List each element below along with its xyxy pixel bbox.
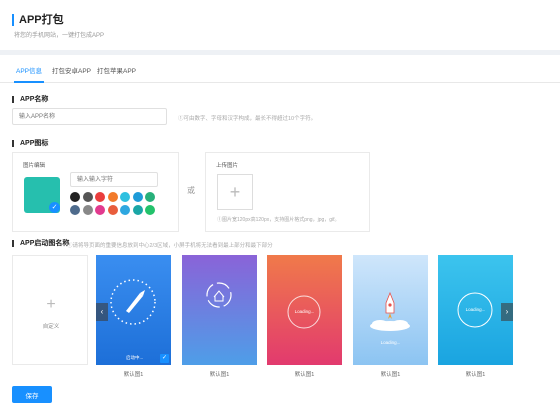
launch-thumb-3[interactable]: Loading... [267, 255, 342, 365]
tab-bar: APP信息 打包安卓APP 打包苹果APP [0, 55, 560, 83]
color-swatch[interactable] [95, 192, 105, 202]
icon-upload-panel: 上传图片 + ①图片宽120px高120px，支持图片格式png，jpg，gif… [205, 152, 370, 232]
thumb-1-caption: 默认图1 [123, 372, 144, 378]
or-label: 或 [187, 186, 195, 195]
thumb-3-text: Loading... [294, 309, 315, 314]
thumb-4-caption: 默认图1 [380, 372, 401, 378]
color-swatch[interactable] [107, 192, 118, 202]
section-launch-image: APP启动图名称 [12, 240, 69, 247]
title-accent-bar [12, 14, 14, 26]
section-app-name: APP名称 [12, 96, 48, 103]
launch-thumb-4[interactable]: Loading... [353, 255, 428, 365]
custom-launch-upload[interactable]: + 自定义 [12, 255, 88, 365]
color-swatch[interactable] [120, 204, 130, 215]
thumb-3-caption: 默认图1 [294, 372, 315, 378]
upload-plus-icon[interactable]: + [217, 174, 253, 210]
thumb-4-text: Loading... [380, 340, 401, 345]
page-subtitle: 将您的手机网站，一键打包成APP [14, 33, 105, 39]
color-swatch[interactable] [132, 192, 143, 202]
color-swatch[interactable] [95, 204, 105, 215]
sky-rocket-graphic [370, 291, 410, 331]
carousel-prev-icon[interactable]: ‹ [96, 303, 108, 321]
color-swatch[interactable] [70, 204, 80, 215]
thumb-1-text: 启动中... [126, 355, 144, 360]
upload-title: 上传图片 [216, 163, 239, 169]
launch-hint: ①请将导页面的重要信息放到中心2/3区域，小屏手机将无法看到最上部分和最下部分 [67, 243, 273, 249]
icon-editor-panel: 图片编辑 ✓ [12, 152, 179, 232]
active-tab-indicator [14, 81, 44, 83]
launch-thumb-2[interactable] [182, 255, 257, 365]
tab-app-info[interactable]: APP信息 [16, 65, 42, 75]
color-swatch[interactable] [132, 204, 143, 215]
plus-icon: + [46, 296, 56, 313]
color-swatch[interactable] [107, 204, 118, 215]
thumb-5-caption: 默认图1 [465, 372, 486, 378]
color-swatch[interactable] [120, 192, 130, 202]
save-button[interactable]: 保存 [12, 386, 52, 403]
tab-ios[interactable]: 打包苹果APP [97, 65, 136, 75]
color-swatch[interactable] [145, 192, 155, 202]
icon-text-input[interactable] [70, 172, 158, 187]
section-app-icon: APP图标 [12, 140, 48, 147]
tab-android[interactable]: 打包安卓APP [52, 65, 91, 75]
color-swatch[interactable] [70, 192, 80, 202]
custom-label: 自定义 [42, 324, 60, 330]
color-swatch[interactable] [82, 204, 93, 215]
app-name-input[interactable] [12, 108, 167, 125]
carousel-next-icon[interactable]: › [501, 303, 513, 321]
color-swatch[interactable] [82, 192, 93, 202]
app-name-hint: ①可由数字、字母和汉字构成，最长不得超过10个字符。 [178, 116, 317, 122]
upload-hint: ①图片宽120px高120px，支持图片格式png，jpg，gif。 [217, 217, 340, 223]
icon-editor-title: 图片编辑 [23, 163, 46, 169]
house-circle-graphic [206, 282, 232, 308]
main-card: APP信息 打包安卓APP 打包苹果APP APP名称 ①可由数字、字母和汉字构… [0, 55, 560, 407]
page-header: APP打包 将您的手机网站，一键打包成APP [0, 0, 560, 50]
thumb-2-caption: 默认图1 [209, 372, 230, 378]
selected-check-icon: ✓ [160, 354, 169, 363]
check-icon: ✓ [49, 202, 60, 213]
color-swatch[interactable] [145, 204, 155, 215]
page-title: APP打包 [19, 14, 64, 26]
